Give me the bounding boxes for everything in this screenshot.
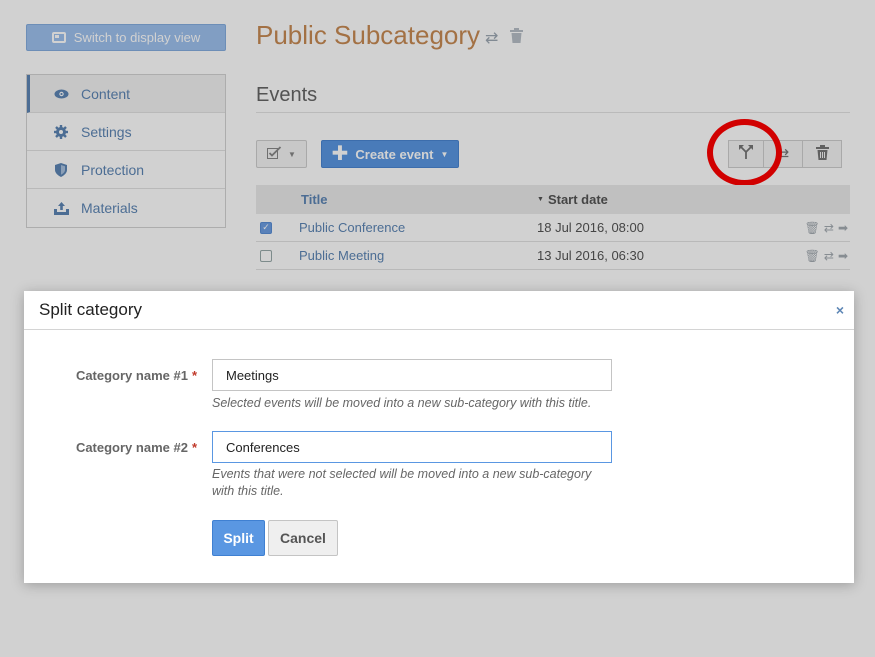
category-name-2-help: Events that were not selected will be mo… bbox=[212, 467, 592, 498]
required-mark: * bbox=[191, 368, 197, 383]
dialog-header: Split category × bbox=[24, 291, 854, 330]
label-text: Category name #1 bbox=[75, 368, 188, 383]
category-name-1-label: Category name #1 * bbox=[76, 368, 197, 383]
category-name-2-label: Category name #2 * bbox=[76, 440, 197, 455]
close-icon[interactable]: × bbox=[836, 302, 844, 318]
split-category-dialog: Split category × Category name #1* Selec… bbox=[24, 291, 854, 583]
category-name-2-input[interactable] bbox=[212, 431, 612, 463]
label-text: Category name #2 bbox=[75, 440, 188, 455]
page: Switch to display view Content Settings … bbox=[0, 0, 875, 657]
category-name-1-input[interactable] bbox=[212, 359, 612, 391]
cancel-button[interactable]: Cancel bbox=[268, 520, 338, 556]
category-name-1-help: Selected events will be moved into a new… bbox=[212, 396, 592, 410]
dialog-title: Split category bbox=[39, 300, 142, 319]
split-button[interactable]: Split bbox=[212, 520, 265, 556]
required-mark: * bbox=[191, 440, 197, 455]
